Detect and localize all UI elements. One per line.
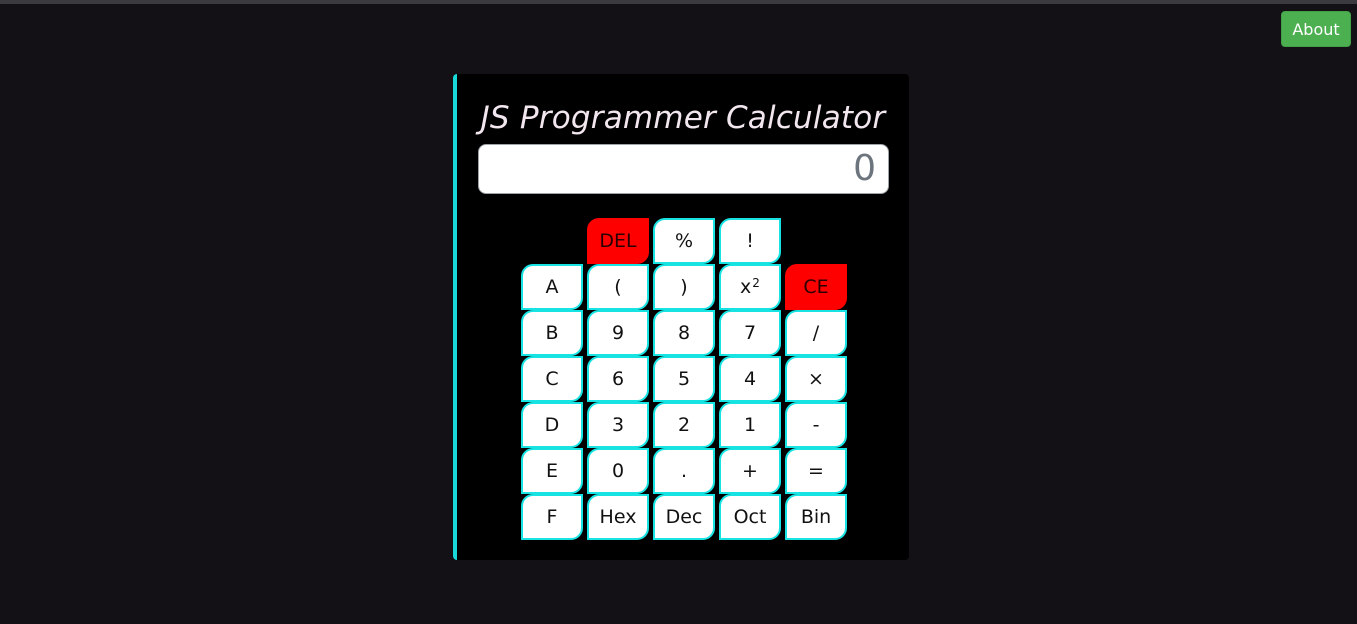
hex-digit-b-button[interactable]: B (521, 310, 583, 356)
plus-button[interactable]: + (719, 448, 781, 494)
about-button[interactable]: About (1281, 11, 1351, 47)
digit-5-button[interactable]: 5 (653, 356, 715, 402)
square-base: x (740, 276, 752, 298)
digit-9-button[interactable]: 9 (587, 310, 649, 356)
open-paren-button[interactable]: ( (587, 264, 649, 310)
digit-6-button[interactable]: 6 (587, 356, 649, 402)
decimal-point-button[interactable]: . (653, 448, 715, 494)
percent-button[interactable]: % (653, 218, 715, 264)
digit-4-button[interactable]: 4 (719, 356, 781, 402)
minus-button[interactable]: - (785, 402, 847, 448)
dec-mode-button[interactable]: Dec (653, 494, 715, 540)
equals-button[interactable]: = (785, 448, 847, 494)
digit-7-button[interactable]: 7 (719, 310, 781, 356)
digit-0-button[interactable]: 0 (587, 448, 649, 494)
divide-button[interactable]: / (785, 310, 847, 356)
digit-2-button[interactable]: 2 (653, 402, 715, 448)
ce-button[interactable]: CE (785, 264, 847, 310)
bin-mode-button[interactable]: Bin (785, 494, 847, 540)
hex-digit-a-button[interactable]: A (521, 264, 583, 310)
hex-digit-c-button[interactable]: C (521, 356, 583, 402)
digit-1-button[interactable]: 1 (719, 402, 781, 448)
hex-digit-f-button[interactable]: F (521, 494, 583, 540)
calculator-panel: JS Programmer Calculator 0 DEL % ! A ( )… (453, 74, 909, 560)
square-exponent: 2 (752, 276, 760, 290)
hex-digit-d-button[interactable]: D (521, 402, 583, 448)
multiply-button[interactable]: × (785, 356, 847, 402)
del-button[interactable]: DEL (587, 218, 649, 264)
browser-top-border (0, 0, 1357, 4)
calculator-title: JS Programmer Calculator (480, 100, 886, 136)
digit-3-button[interactable]: 3 (587, 402, 649, 448)
digit-8-button[interactable]: 8 (653, 310, 715, 356)
hex-digit-e-button[interactable]: E (521, 448, 583, 494)
oct-mode-button[interactable]: Oct (719, 494, 781, 540)
hex-mode-button[interactable]: Hex (587, 494, 649, 540)
square-button[interactable]: x2 (719, 264, 781, 310)
close-paren-button[interactable]: ) (653, 264, 715, 310)
factorial-button[interactable]: ! (719, 218, 781, 264)
calculator-display: 0 (478, 144, 889, 194)
